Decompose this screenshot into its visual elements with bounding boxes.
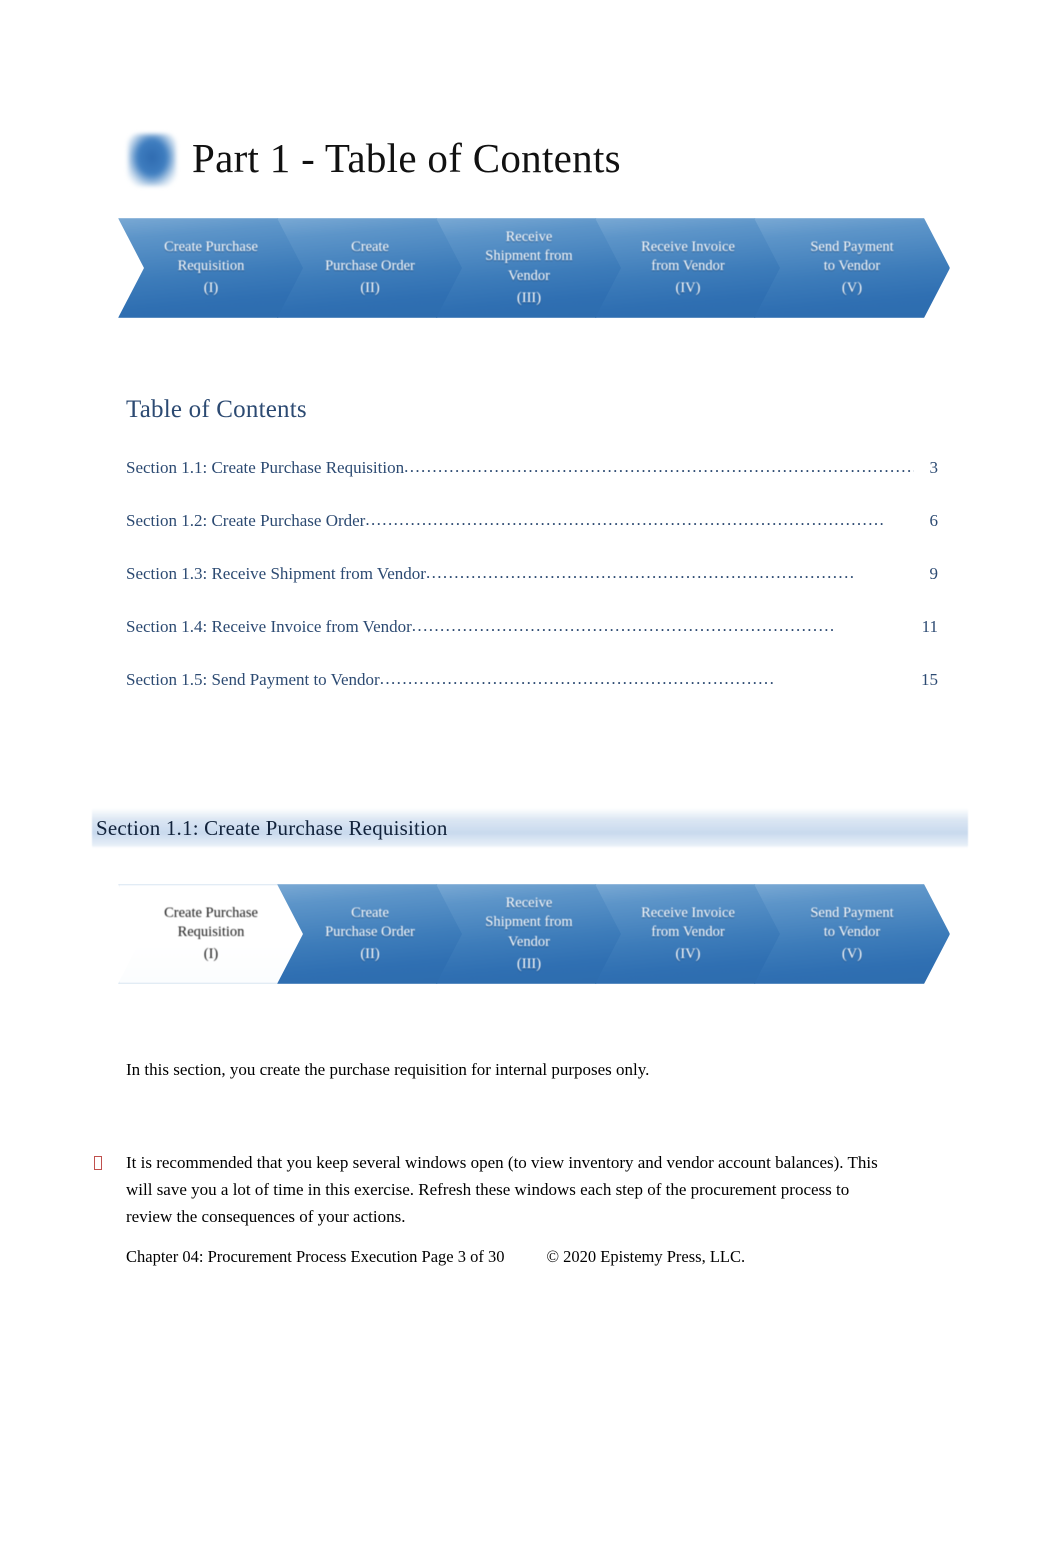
process-step-3-line1: Receive xyxy=(505,229,553,246)
process-step-3-line2: Shipment from xyxy=(485,914,573,931)
process-step-1-active: Create Purchase Requisition (I) xyxy=(118,884,304,984)
section-heading: Section 1.1: Create Purchase Requisition xyxy=(96,816,448,840)
process-step-5-roman: (V) xyxy=(841,946,863,963)
process-step-4-roman: (IV) xyxy=(675,946,701,963)
process-step-3-label: Receive Shipment from Vendor (III) xyxy=(479,228,578,308)
process-step-3-label: Receive Shipment from Vendor (III) xyxy=(479,894,578,974)
process-step-5-label: Send Payment to Vendor (V) xyxy=(804,904,899,964)
process-diagram-section: Create Purchase Requisition (I) Create P… xyxy=(118,884,950,984)
process-step-1-label: Create Purchase Requisition (I) xyxy=(158,238,264,298)
toc-entry[interactable]: Section 1.3: Receive Shipment from Vendo… xyxy=(126,563,939,617)
process-step-5-roman: (V) xyxy=(841,280,863,297)
process-step-3-roman: (III) xyxy=(516,289,542,306)
toc-entry-label: Section 1.5: Send Payment to Vendor xyxy=(126,670,380,689)
process-step-3-line3: Vendor xyxy=(508,933,550,950)
toc-entry-leader: ........................................… xyxy=(365,510,886,529)
process-step-2-roman: (II) xyxy=(360,946,380,963)
note-bullet-block: It is recommended that you keep several … xyxy=(92,1149,892,1230)
process-step-2: Create Purchase Order (II) xyxy=(277,884,463,984)
toc-heading: Table of Contents xyxy=(126,396,307,423)
toc-entry-leader: ........................................… xyxy=(379,669,776,688)
toc-entry[interactable]: Section 1.5: Send Payment to Vendor ....… xyxy=(126,669,938,723)
toc-list: Section 1.1: Create Purchase Requisition… xyxy=(126,457,939,723)
process-step-4-label: Receive Invoice from Vendor (IV) xyxy=(635,904,741,964)
toc-entry-leader: ........................................… xyxy=(425,563,856,582)
page-footer: Chapter 04: Procurement Process Executio… xyxy=(126,1247,745,1267)
process-step-5: Send Payment to Vendor (V) xyxy=(754,884,950,984)
process-step-1: Create Purchase Requisition (I) xyxy=(118,218,304,318)
toc-entry-page: 6 xyxy=(929,511,939,530)
toc-entry-page: 3 xyxy=(929,458,939,477)
process-step-2: Create Purchase Order (II) xyxy=(277,218,463,318)
toc-entry[interactable]: Section 1.4: Receive Invoice from Vendor… xyxy=(126,616,938,670)
process-step-2-roman: (II) xyxy=(360,280,380,297)
process-step-5-line2: to Vendor xyxy=(823,923,881,940)
process-step-3-line3: Vendor xyxy=(508,267,550,284)
toc-entry-label: Section 1.2: Create Purchase Order xyxy=(126,511,366,530)
process-step-5: Send Payment to Vendor (V) xyxy=(754,218,950,318)
process-step-3-roman: (III) xyxy=(516,955,542,972)
note-bullet-text: It is recommended that you keep several … xyxy=(126,1153,878,1226)
process-step-4-label: Receive Invoice from Vendor (IV) xyxy=(635,238,741,298)
process-step-2-label: Create Purchase Order (II) xyxy=(319,238,421,298)
process-step-1-roman: (I) xyxy=(203,946,219,963)
toc-entry-label: Section 1.4: Receive Invoice from Vendor xyxy=(126,617,412,636)
process-step-2-label: Create Purchase Order (II) xyxy=(319,904,421,964)
footer-copyright-text: © 2020 Epistemy Press, LLC. xyxy=(546,1247,746,1266)
toc-entry-label: Section 1.1: Create Purchase Requisition xyxy=(126,458,405,477)
toc-entry-page: 9 xyxy=(929,564,939,583)
blue-rounded-square-icon xyxy=(128,134,176,186)
toc-entry-leader: ........................................… xyxy=(404,457,914,476)
process-step-4-line2: from Vendor xyxy=(651,257,725,274)
process-step-2-line1: Create xyxy=(351,238,389,255)
toc-entry-page: 15 xyxy=(921,670,938,689)
process-step-5-line2: to Vendor xyxy=(823,257,881,274)
toc-entry-page: 11 xyxy=(921,617,938,636)
toc-entry[interactable]: Section 1.1: Create Purchase Requisition… xyxy=(126,457,939,511)
process-step-1-line2: Requisition xyxy=(177,257,245,274)
process-step-2-line2: Purchase Order xyxy=(325,257,415,274)
toc-entry-leader: ........................................… xyxy=(411,616,836,635)
toc-entry[interactable]: Section 1.2: Create Purchase Order .....… xyxy=(126,510,939,564)
process-step-4-line1: Receive Invoice xyxy=(641,904,735,921)
page-title: Part 1 - Table of Contents xyxy=(192,134,621,181)
page-title-row: Part 1 - Table of Contents xyxy=(128,112,621,208)
process-step-5-line1: Send Payment xyxy=(810,238,894,255)
process-step-1-line2: Requisition xyxy=(177,923,245,940)
missing-glyph-box-icon xyxy=(92,1149,126,1230)
process-diagram-top: Create Purchase Requisition (I) Create P… xyxy=(118,218,950,318)
process-step-4-roman: (IV) xyxy=(675,280,701,297)
process-step-3-line1: Receive xyxy=(505,895,553,912)
process-step-2-line2: Purchase Order xyxy=(325,923,415,940)
process-step-5-label: Send Payment to Vendor (V) xyxy=(804,238,899,298)
process-step-3: Receive Shipment from Vendor (III) xyxy=(436,218,622,318)
process-step-5-line1: Send Payment xyxy=(810,904,894,921)
process-step-2-line1: Create xyxy=(351,904,389,921)
process-step-4: Receive Invoice from Vendor (IV) xyxy=(595,884,781,984)
process-step-1-line1: Create Purchase xyxy=(164,904,258,921)
process-step-4-line2: from Vendor xyxy=(651,923,725,940)
section-intro-text: In this section, you create the purchase… xyxy=(126,1060,650,1079)
process-step-4-line1: Receive Invoice xyxy=(641,238,735,255)
process-step-3: Receive Shipment from Vendor (III) xyxy=(436,884,622,984)
process-step-1-line1: Create Purchase xyxy=(164,238,258,255)
process-step-1-roman: (I) xyxy=(203,280,219,297)
process-step-3-line2: Shipment from xyxy=(485,248,573,265)
footer-chapter-text: Chapter 04: Procurement Process Executio… xyxy=(126,1247,505,1266)
toc-entry-label: Section 1.3: Receive Shipment from Vendo… xyxy=(126,564,426,583)
process-step-4: Receive Invoice from Vendor (IV) xyxy=(595,218,781,318)
process-step-1-label: Create Purchase Requisition (I) xyxy=(158,904,264,964)
document-page: Part 1 - Table of Contents Create Purcha… xyxy=(0,0,1062,1561)
